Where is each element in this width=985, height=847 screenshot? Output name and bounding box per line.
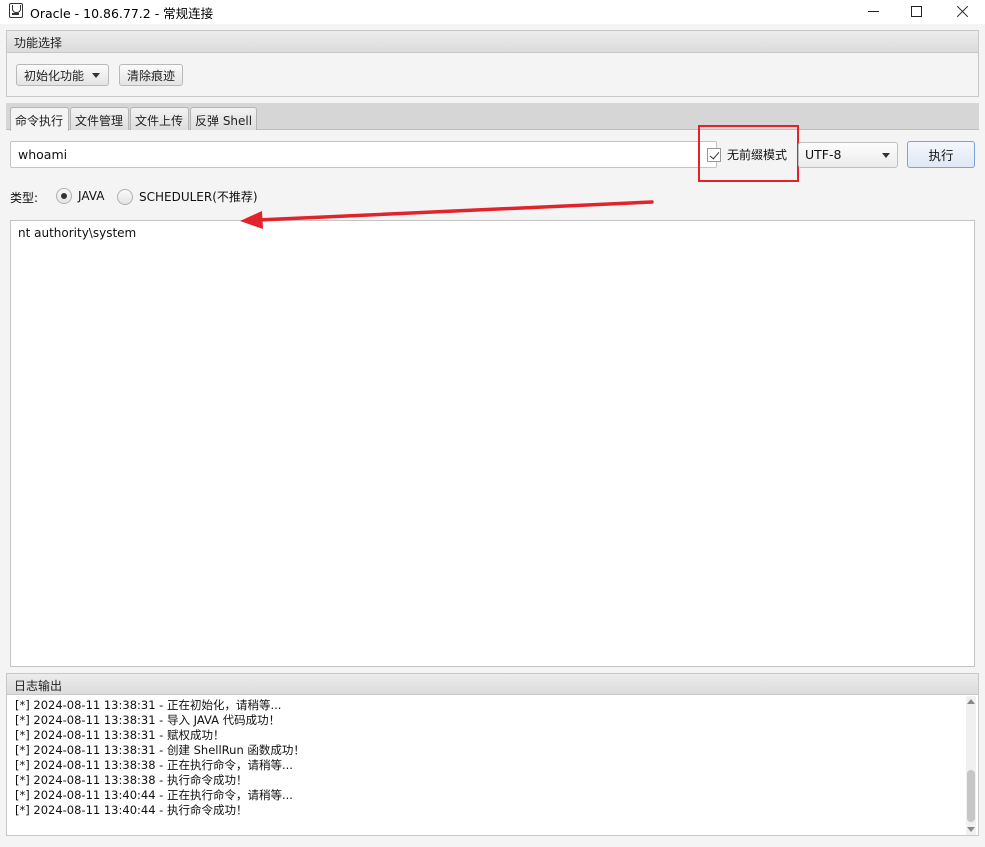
function-select-panel: 功能选择 初始化功能 清除痕迹 [6, 30, 979, 97]
scroll-up-icon[interactable] [967, 699, 975, 704]
tab-command-exec[interactable]: 命令执行 [10, 107, 69, 131]
log-line: [*] 2024-08-11 13:38:38 - 执行命令成功！ [15, 773, 248, 787]
maximize-icon [910, 5, 922, 17]
tab-reverse-shell[interactable]: 反弹 Shell [190, 107, 257, 130]
tab-file-manage[interactable]: 文件管理 [70, 107, 129, 130]
tab-bar: 命令执行 文件管理 文件上传 反弹 Shell [6, 103, 979, 131]
radio-selected-icon[interactable] [56, 188, 72, 204]
radio-scheduler[interactable]: SCHEDULER(不推荐) [117, 188, 258, 205]
clear-traces-button[interactable]: 清除痕迹 [119, 64, 183, 86]
chevron-down-icon [92, 72, 101, 78]
output-text: nt authority\system [18, 226, 137, 240]
init-function-label: 初始化功能 [24, 68, 85, 83]
app-icon [9, 3, 23, 18]
log-lines: [*] 2024-08-11 13:38:31 - 正在初始化，请稍等... [*… [15, 698, 960, 818]
maximize-button[interactable] [893, 0, 939, 22]
type-label: 类型: [10, 191, 39, 205]
title-bar: Oracle - 10.86.77.2 - 常规连接 [0, 0, 985, 24]
execute-button[interactable]: 执行 [907, 141, 975, 168]
scroll-thumb[interactable] [967, 770, 975, 822]
log-scrollbar[interactable] [966, 696, 976, 835]
tab-file-upload[interactable]: 文件上传 [130, 107, 189, 130]
minimize-icon [867, 10, 879, 12]
window-title: Oracle - 10.86.77.2 - 常规连接 [30, 6, 214, 21]
command-input[interactable] [10, 141, 717, 168]
log-line: [*] 2024-08-11 13:38:31 - 赋权成功！ [15, 728, 225, 742]
init-function-dropdown[interactable]: 初始化功能 [16, 64, 109, 86]
log-line: [*] 2024-08-11 13:38:31 - 导入 JAVA 代码成功！ [15, 713, 281, 727]
log-header: 日志输出 [7, 674, 978, 695]
encoding-value: UTF-8 [805, 147, 842, 162]
log-line: [*] 2024-08-11 13:40:44 - 执行命令成功！ [15, 803, 248, 817]
encoding-select[interactable]: UTF-8 [798, 142, 898, 168]
chevron-down-icon [882, 153, 890, 158]
minimize-button[interactable] [850, 0, 896, 22]
function-select-header: 功能选择 [7, 31, 978, 53]
radio-scheduler-label: SCHEDULER(不推荐) [139, 190, 258, 204]
log-line: [*] 2024-08-11 13:40:44 - 正在执行命令，请稍等... [15, 788, 293, 802]
radio-unselected-icon[interactable] [117, 188, 133, 205]
annotation-highlight-box [698, 125, 799, 182]
log-line: [*] 2024-08-11 13:38:31 - 正在初始化，请稍等... [15, 698, 282, 712]
scroll-down-icon[interactable] [967, 827, 975, 832]
radio-java-label: JAVA [78, 189, 105, 203]
close-icon [956, 5, 969, 18]
radio-java[interactable]: JAVA [56, 188, 104, 204]
command-output-area[interactable]: nt authority\system [10, 220, 975, 667]
close-button[interactable] [939, 0, 985, 22]
log-line: [*] 2024-08-11 13:38:38 - 正在执行命令，请稍等... [15, 758, 293, 772]
log-panel: 日志输出 [*] 2024-08-11 13:38:31 - 正在初始化，请稍等… [6, 673, 979, 836]
log-line: [*] 2024-08-11 13:38:31 - 创建 ShellRun 函数… [15, 743, 305, 757]
